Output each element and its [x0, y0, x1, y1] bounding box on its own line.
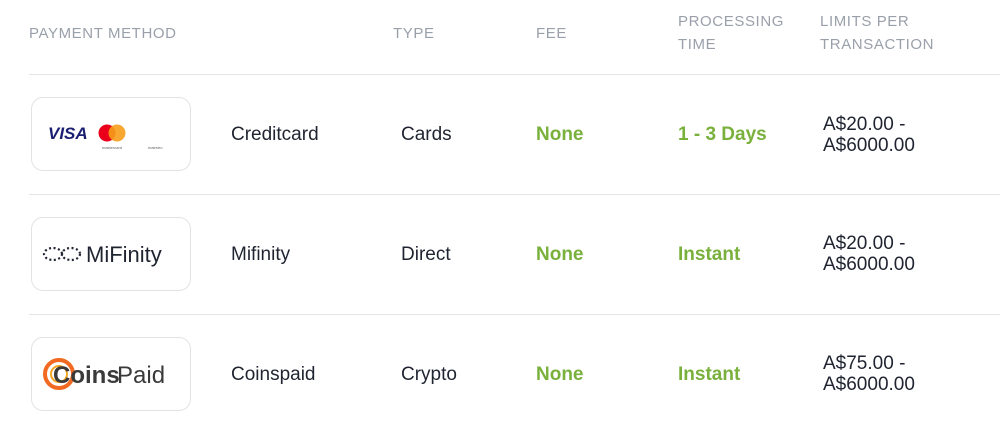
header-limits: LIMITS PER TRANSACTION: [820, 10, 934, 56]
method-fee: None: [536, 244, 584, 265]
method-name: Mifinity: [231, 244, 291, 265]
method-fee: None: [536, 124, 584, 145]
limit-max: A$6000.00: [823, 254, 915, 275]
header-limits-line2: TRANSACTION: [820, 36, 935, 53]
coinspaid-logo: Coins Paid: [31, 337, 191, 411]
maestro-text: maestro: [148, 145, 163, 150]
limit-min: A$20.00 -: [823, 233, 906, 254]
limit-min: A$75.00 -: [823, 353, 906, 374]
method-name: Coinspaid: [231, 364, 316, 385]
method-type: Direct: [401, 244, 451, 265]
visa-mastercard-maestro-logo: VISA mastercard maestro: [31, 97, 191, 171]
header-processing-line2: TIME: [678, 36, 717, 53]
mifinity-icon: MiFinity: [42, 242, 162, 267]
coinspaid-text-b: Paid: [117, 362, 165, 389]
limit-max: A$6000.00: [823, 135, 915, 156]
header-fee: FEE: [536, 25, 567, 42]
method-processing-time: Instant: [678, 364, 741, 385]
method-type: Cards: [401, 124, 452, 145]
method-fee: None: [536, 364, 584, 385]
method-limits: A$20.00 - A$6000.00: [823, 114, 915, 156]
limit-min: A$20.00 -: [823, 114, 906, 135]
header-limits-line1: LIMITS PER: [820, 13, 910, 30]
method-name: Creditcard: [231, 124, 319, 145]
coinspaid-text-a: Coins: [53, 362, 120, 389]
header-processing-line1: PROCESSING: [678, 13, 785, 30]
method-type: Crypto: [401, 364, 457, 385]
table-header: PAYMENT METHOD TYPE FEE PROCESSING TIME …: [0, 0, 1000, 75]
coinspaid-icon: Coins Paid: [43, 358, 165, 390]
method-limits: A$20.00 - A$6000.00: [823, 233, 915, 275]
header-type: TYPE: [393, 25, 435, 42]
mifinity-logo: MiFinity: [31, 217, 191, 291]
table-row: Coins Paid Coinspaid Crypto None Instant…: [0, 315, 1000, 427]
visa-text: VISA: [48, 124, 88, 143]
card-brands-icon: VISA mastercard maestro: [48, 124, 163, 150]
table-row: VISA mastercard maestro Creditcard Cards…: [0, 75, 1000, 195]
header-payment-method: PAYMENT METHOD: [29, 25, 177, 42]
table-row: MiFinity Mifinity Direct None Instant A$…: [0, 195, 1000, 315]
limit-max: A$6000.00: [823, 374, 915, 395]
method-processing-time: 1 - 3 Days: [678, 124, 767, 145]
header-processing-time: PROCESSING TIME: [678, 10, 784, 56]
method-limits: A$75.00 - A$6000.00: [823, 353, 915, 395]
mifinity-text: MiFinity: [86, 242, 162, 267]
mastercard-text: mastercard: [102, 145, 122, 150]
method-processing-time: Instant: [678, 244, 741, 265]
